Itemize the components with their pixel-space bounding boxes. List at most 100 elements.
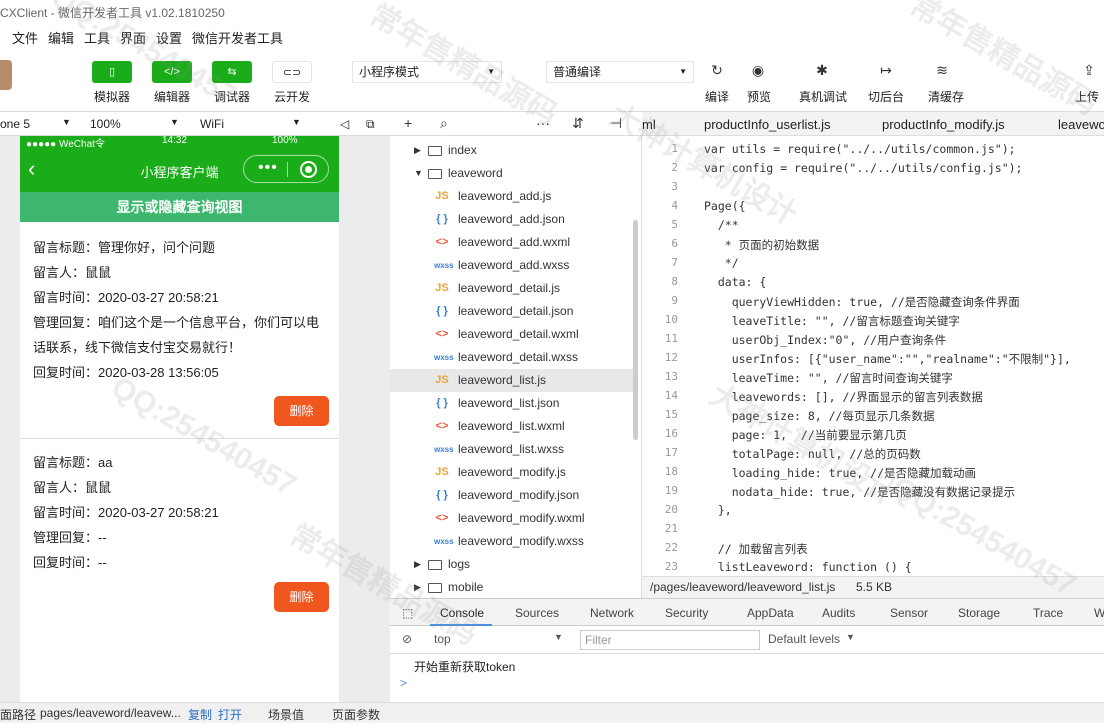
tree-folder[interactable]: ▼ leaveword	[390, 162, 634, 185]
tree-file[interactable]: wxss leaveword_modify.wxss	[390, 530, 634, 553]
more-icon[interactable]: •••	[258, 159, 278, 177]
console-output[interactable]: 开始重新获取token >	[390, 654, 1104, 702]
tree-file[interactable]: <> leaveword_detail.wxml	[390, 323, 634, 346]
zoom-select[interactable]: 100%	[90, 117, 121, 131]
tree-file[interactable]: JS leaveword_add.js	[390, 185, 634, 208]
log-levels-select[interactable]: Default levels	[768, 632, 840, 646]
tree-folder[interactable]: ▶ logs	[390, 553, 634, 576]
chevron-right-icon[interactable]: ▶	[414, 139, 421, 162]
editor-toggle-button[interactable]: </>	[152, 61, 192, 83]
tree-file[interactable]: { } leaveword_list.json	[390, 392, 634, 415]
mode-select[interactable]: 小程序模式 ▼	[352, 61, 502, 83]
wxss-file-icon: wxss	[434, 445, 454, 454]
tree-file[interactable]: { } leaveword_add.json	[390, 208, 634, 231]
simulator-toggle-button[interactable]: ▯	[92, 61, 132, 83]
tree-file[interactable]: { } leaveword_detail.json	[390, 300, 634, 323]
chevron-right-icon[interactable]: ▶	[414, 576, 421, 598]
code-editor[interactable]: 1 var utils = require("../../utils/common…	[642, 136, 1104, 576]
refresh-icon[interactable]: ↻	[706, 62, 728, 80]
tab-sources[interactable]: Sources	[515, 606, 559, 620]
toggle-query-view-button[interactable]: 显示或隐藏查询视图	[20, 192, 339, 222]
capsule-menu[interactable]: •••	[243, 155, 329, 183]
console-filter-input[interactable]: Filter	[580, 630, 760, 650]
menu-edit[interactable]: 编辑	[48, 28, 74, 47]
line-number: 12	[664, 351, 678, 364]
tab-productinfo-userlist[interactable]: productInfo_userlist.js	[704, 117, 830, 132]
bug-icon[interactable]: ✱	[811, 62, 833, 80]
chevron-down-icon: ▼	[679, 67, 687, 76]
debugger-toggle-button[interactable]: ⇆	[212, 61, 252, 83]
copy-link[interactable]: 复制	[188, 706, 212, 723]
tree-file[interactable]: wxss leaveword_add.wxss	[390, 254, 634, 277]
open-link[interactable]: 打开	[218, 706, 242, 723]
clear-console-icon[interactable]: ⊘	[402, 632, 412, 646]
layers-icon[interactable]: ≋	[931, 62, 953, 80]
close-miniprogram-icon[interactable]	[300, 161, 317, 178]
tab-console[interactable]: Console	[440, 606, 484, 620]
code-line: userInfos: [{"user_name":"","realname":"…	[704, 352, 1071, 366]
menu-tools[interactable]: 工具	[84, 28, 110, 47]
delete-button[interactable]: 删除	[274, 582, 329, 612]
folder-icon	[428, 583, 442, 593]
tree-file[interactable]: wxss leaveword_list.wxss	[390, 438, 634, 461]
page-params[interactable]: 页面参数	[332, 706, 380, 723]
menu-view[interactable]: 界面	[120, 28, 146, 47]
inspect-icon[interactable]: ⬚	[402, 606, 413, 620]
eye-icon[interactable]: ◉	[747, 62, 769, 80]
tab-wxml[interactable]: ml	[642, 117, 656, 132]
tree-file[interactable]: <> leaveword_list.wxml	[390, 415, 634, 438]
code-line: page: 1, //当前要显示第几页	[704, 428, 907, 442]
mute-icon[interactable]: ◁	[340, 117, 349, 131]
tree-file[interactable]: JS leaveword_modify.js	[390, 461, 634, 484]
phone-status-bar: ●●●●● WeChat令 14:32 100%	[20, 136, 339, 150]
tab-leaveword[interactable]: leavewo	[1058, 117, 1104, 132]
chevron-down-icon[interactable]: ▼	[414, 162, 423, 185]
detach-icon[interactable]: ⧉	[366, 117, 375, 132]
chevron-right-icon[interactable]: ▶	[414, 553, 421, 576]
device-select[interactable]: one 5	[0, 117, 30, 131]
tree-folder[interactable]: ▶ index	[390, 139, 634, 162]
delete-button[interactable]: 删除	[274, 396, 329, 426]
js-file-icon: JS	[435, 466, 449, 478]
upload-cloud-icon[interactable]: ⇪	[1078, 62, 1100, 80]
menu-settings[interactable]: 设置	[156, 28, 182, 47]
tab-security[interactable]: Security	[665, 606, 708, 620]
tab-productinfo-modify[interactable]: productInfo_modify.js	[882, 117, 1005, 132]
tree-file[interactable]: <> leaveword_modify.wxml	[390, 507, 634, 530]
cloud-button[interactable]: ⊂⊃	[272, 61, 312, 83]
tree-file[interactable]: wxss leaveword_detail.wxss	[390, 346, 634, 369]
scene-value[interactable]: 场景值	[268, 706, 304, 723]
more-icon[interactable]: ···	[536, 115, 550, 131]
menu-file[interactable]: 文件	[12, 28, 38, 47]
tab-wxml[interactable]: Wxml	[1094, 606, 1104, 620]
add-icon[interactable]: +	[404, 115, 412, 131]
code-line: totalPage: null, //总的页码数	[704, 447, 921, 461]
network-select[interactable]: WiFi	[200, 117, 224, 131]
tree-file[interactable]: JS leaveword_detail.js	[390, 277, 634, 300]
tab-trace[interactable]: Trace	[1033, 606, 1063, 620]
compile-select[interactable]: 普通编译 ▼	[546, 61, 694, 83]
avatar[interactable]	[0, 60, 12, 90]
sort-icon[interactable]: ⇵	[572, 115, 584, 132]
console-prompt[interactable]: >	[400, 676, 407, 690]
tree-file[interactable]: { } leaveword_modify.json	[390, 484, 634, 507]
tree-file[interactable]: JS leaveword_list.js	[390, 369, 634, 392]
tree-item-label: leaveword_list.wxml	[458, 419, 565, 433]
file-tree-scrollbar[interactable]	[633, 220, 638, 440]
context-select[interactable]: top	[434, 632, 451, 646]
tab-audits[interactable]: Audits	[822, 606, 855, 620]
menu-wechat-devtools[interactable]: 微信开发者工具	[192, 28, 283, 47]
file-size: 5.5 KB	[856, 580, 893, 594]
tab-appdata[interactable]: AppData	[747, 606, 794, 620]
line-number: 7	[671, 256, 678, 269]
tab-storage[interactable]: Storage	[958, 606, 1000, 620]
tab-sensor[interactable]: Sensor	[890, 606, 928, 620]
code-line: leaveTitle: "", //留言标题查询关键字	[704, 314, 960, 328]
message-reply: 管理回复：咱们这个是一个信息平台，你们可以电	[33, 315, 320, 330]
collapse-icon[interactable]: ⊣	[610, 115, 622, 132]
search-icon[interactable]: ⌕	[440, 115, 448, 132]
tree-file[interactable]: <> leaveword_add.wxml	[390, 231, 634, 254]
tab-network[interactable]: Network	[590, 606, 634, 620]
switch-background-icon[interactable]: ↦	[875, 62, 897, 80]
tree-folder[interactable]: ▶ mobile	[390, 576, 634, 598]
